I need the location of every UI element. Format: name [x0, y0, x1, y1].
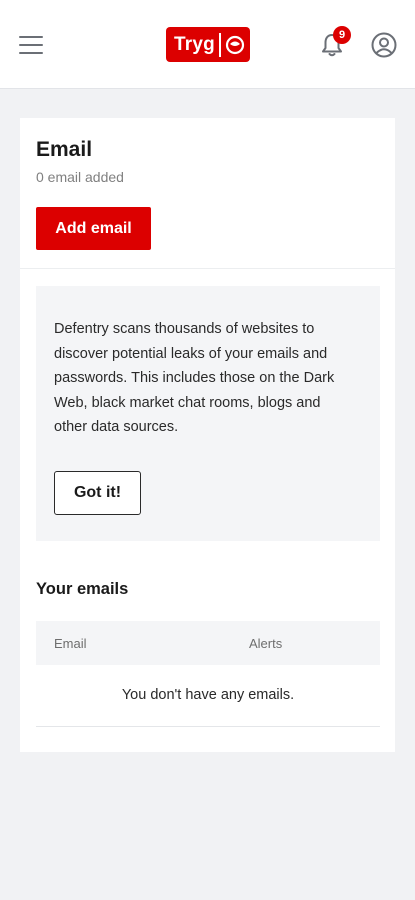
divider	[20, 268, 395, 269]
page-title: Email	[36, 138, 93, 161]
column-header-alerts: Alerts	[249, 636, 283, 651]
logo-text: Tryg	[174, 33, 215, 55]
info-panel: Defentry scans thousands of websites to …	[36, 286, 380, 541]
logo-divider	[218, 32, 221, 57]
table-header: Email Alerts	[36, 621, 380, 665]
user-circle-icon	[371, 32, 397, 58]
notification-badge: 9	[333, 26, 351, 44]
email-count: 0 email added	[36, 169, 124, 185]
add-email-button[interactable]: Add email	[36, 207, 151, 250]
your-emails-title: Your emails	[36, 580, 129, 598]
got-it-button[interactable]: Got it!	[54, 471, 141, 515]
empty-state-row: You don't have any emails.	[36, 665, 380, 727]
empty-message: You don't have any emails.	[121, 687, 295, 703]
top-bar: Tryg 9	[0, 0, 415, 89]
tryg-logo-icon	[225, 35, 245, 54]
info-text: Defentry scans thousands of websites to …	[54, 321, 335, 435]
tryg-logo[interactable]: Tryg	[166, 27, 250, 62]
profile-button[interactable]	[371, 32, 397, 58]
email-card: Email 0 email added Add email Defentry s…	[20, 118, 395, 752]
menu-icon[interactable]	[19, 34, 45, 56]
column-header-email: Email	[54, 636, 87, 651]
